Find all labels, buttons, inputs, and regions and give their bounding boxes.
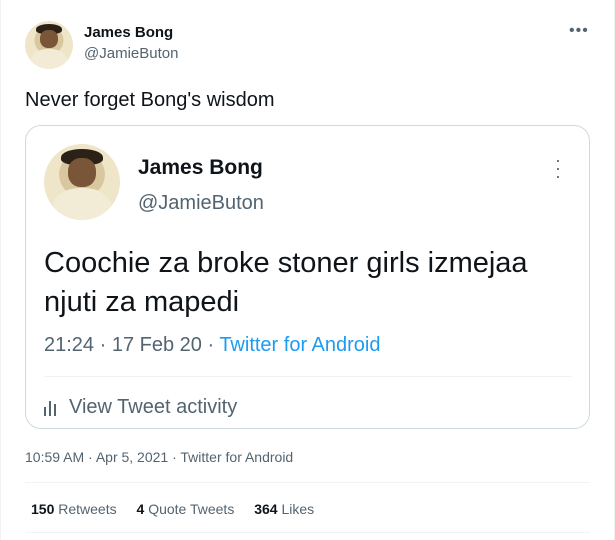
divider — [25, 532, 590, 533]
quoted-tweet-text: Coochie za broke stoner girls izmejaa nj… — [44, 247, 528, 318]
more-vertical-icon[interactable]: · · · — [554, 151, 562, 185]
quoted-author-avatar[interactable] — [44, 144, 120, 220]
tweet-timestamp[interactable]: 10:59 AM · Apr 5, 2021 · Twitter for And… — [25, 449, 293, 465]
tweet-card: James Bong @JamieButon ••• Never forget … — [0, 0, 615, 540]
divider — [25, 482, 590, 483]
quoted-author-name[interactable]: James Bong — [138, 156, 263, 180]
tweet-text: Never forget Bong's wisdom — [25, 89, 275, 111]
author-name[interactable]: James Bong — [84, 24, 173, 41]
author-handle[interactable]: @JamieButon — [84, 45, 178, 62]
view-tweet-activity-label: View Tweet activity — [69, 396, 238, 418]
tweet-stats: 150 Retweets 4 Quote Tweets 364 Likes — [31, 501, 330, 517]
quoted-divider — [44, 376, 572, 377]
likes-label: Likes — [281, 501, 315, 517]
retweets-stat[interactable]: 150 Retweets — [31, 501, 117, 517]
quoted-author-handle[interactable]: @JamieButon — [138, 192, 264, 215]
quote-tweets-label: Quote Tweets — [148, 501, 235, 517]
quoted-time-date: 21:24 · 17 Feb 20 · — [44, 334, 220, 356]
author-avatar[interactable] — [25, 21, 73, 69]
quoted-tweet-meta: 21:24 · 17 Feb 20 · Twitter for Android — [44, 334, 381, 357]
quoted-source-link[interactable]: Twitter for Android — [219, 334, 380, 356]
more-horizontal-icon[interactable]: ••• — [569, 22, 589, 40]
likes-count: 364 — [254, 501, 278, 517]
bar-chart-icon — [44, 400, 59, 416]
retweets-count: 150 — [31, 501, 55, 517]
quote-tweets-count: 4 — [136, 501, 145, 517]
likes-stat[interactable]: 364 Likes — [254, 501, 314, 517]
quoted-tweet[interactable]: James Bong @JamieButon · · · Coochie za br… — [25, 125, 590, 429]
quote-tweets-stat[interactable]: 4 Quote Tweets — [137, 501, 235, 517]
view-tweet-activity-link[interactable]: View Tweet activity — [44, 396, 237, 419]
retweets-label: Retweets — [58, 501, 117, 517]
